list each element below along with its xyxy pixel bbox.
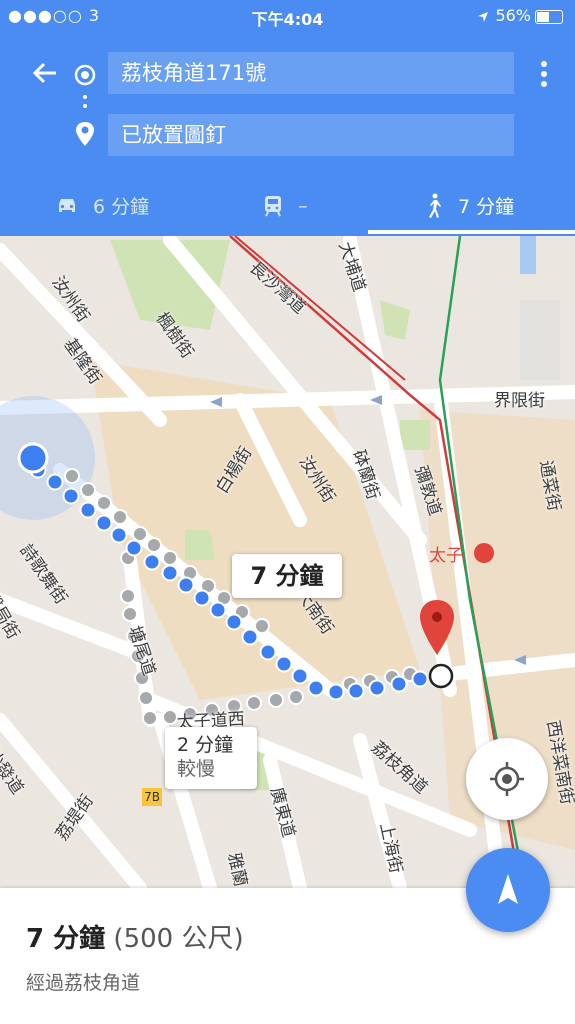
navigation-arrow-icon <box>498 874 518 904</box>
route-distance: (500 公尺) <box>113 924 244 954</box>
destination-field[interactable]: 已放置圖釘 <box>108 114 514 156</box>
tab-driving-label: 6 分鐘 <box>93 196 150 218</box>
my-location-button[interactable] <box>466 738 548 820</box>
back-arrow-icon[interactable] <box>28 58 60 90</box>
directions-header: ●●●○○ 3 下午4:04 56% 荔枝角道171號 已放置圖釘 6 分鐘 –… <box>0 0 575 236</box>
mtr-logo-icon <box>474 543 494 563</box>
route-duration-callout[interactable]: 7 分鐘 <box>232 554 342 598</box>
alt-route-note: 較慢 <box>177 758 216 780</box>
route-via: 經過荔枝角道 <box>26 972 141 994</box>
origin-icon <box>74 64 96 86</box>
car-icon <box>59 198 75 212</box>
origin-field[interactable]: 荔枝角道171號 <box>108 52 514 94</box>
destination-pin-icon <box>76 122 94 146</box>
tab-transit[interactable]: – <box>262 178 308 233</box>
tab-walking-label: 7 分鐘 <box>458 196 515 218</box>
route-duration: 7 分鐘 <box>26 924 106 954</box>
road-sign: 7B <box>142 788 162 806</box>
alt-route-duration: 2 分鐘 <box>177 734 234 756</box>
battery-icon <box>535 9 563 24</box>
alt-route-callout[interactable]: 2 分鐘 較慢 <box>165 727 257 789</box>
walking-icon <box>429 193 441 218</box>
status-bar: ●●●○○ 3 下午4:04 56% <box>0 0 575 32</box>
route-summary: 7 分鐘 (500 公尺) <box>26 918 244 955</box>
route-dots-icon <box>83 95 87 108</box>
tab-walking[interactable]: 7 分鐘 <box>424 178 514 233</box>
map-view[interactable]: 汝州街 楓樹街 基隆街 長沙灣道 大埔道 界限街 白楊街 汝州街 砵蘭街 彌敦道… <box>0 236 575 888</box>
train-icon <box>265 195 281 216</box>
active-tab-indicator <box>368 230 575 234</box>
battery-status: 56% <box>477 6 563 25</box>
crosshair-icon <box>490 762 524 796</box>
location-arrow-icon <box>478 11 489 22</box>
mtr-station-label: 太子 <box>429 546 463 566</box>
battery-percent: 56% <box>495 6 531 25</box>
street-label: 界限街 <box>494 391 545 411</box>
more-options-icon[interactable] <box>532 58 556 90</box>
start-navigation-button[interactable] <box>466 848 550 932</box>
tab-driving[interactable]: 6 分鐘 <box>55 178 149 233</box>
travel-mode-tabs: 6 分鐘 – 7 分鐘 <box>0 178 575 236</box>
tab-transit-label: – <box>298 194 308 217</box>
